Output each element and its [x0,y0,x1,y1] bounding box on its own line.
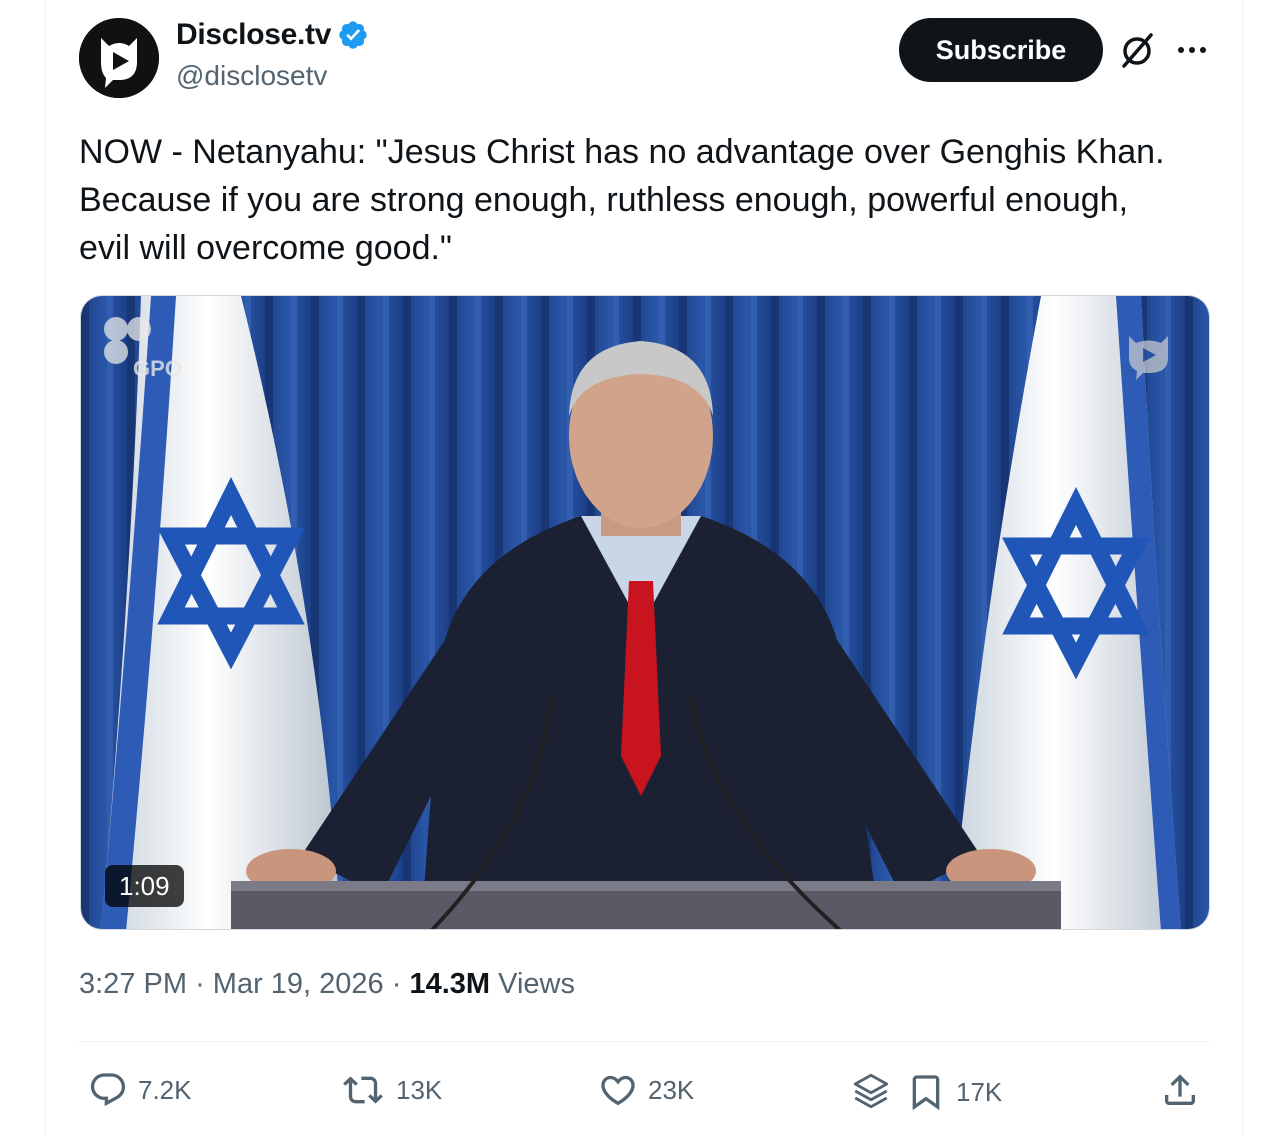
tweet-text: NOW - Netanyahu: "Jesus Christ has no ad… [79,133,1165,267]
like-button[interactable]: 23K [598,1070,694,1110]
gpo-watermark-text: GPO [133,356,182,381]
repost-icon [343,1076,383,1104]
verified-badge-icon [339,21,367,49]
grok-layers-button[interactable] [850,1070,892,1112]
divider [79,1041,1211,1042]
video-player[interactable]: GPO [80,295,1210,930]
author-handle[interactable]: @disclosetv [176,60,327,92]
reply-button[interactable]: 7.2K [88,1070,192,1110]
heart-icon [601,1075,635,1106]
bookmark-count: 17K [956,1076,1003,1107]
share-icon [1165,1074,1195,1105]
reply-icon [90,1073,126,1107]
bookmark-icon [912,1075,940,1111]
subscribe-button[interactable]: Subscribe [899,18,1103,82]
video-duration-badge: 1:09 [105,865,184,907]
grok-icon[interactable] [1118,30,1158,70]
like-count: 23K [648,1074,695,1105]
layers-icon [853,1073,889,1109]
share-button[interactable] [1160,1070,1200,1110]
repost-count: 13K [396,1074,443,1105]
bookmark-button[interactable]: 17K [906,1070,1002,1114]
meta-separator: · [391,968,402,1000]
author-name[interactable]: Disclose.tv [176,18,331,52]
video-frame: GPO [81,296,1209,929]
disclosetv-logo-icon [79,18,159,98]
meta-separator: · [195,968,205,1000]
author-avatar[interactable] [79,18,159,98]
tweet-meta: 3:27 PM · Mar 19, 2026 · 14.3M Views [79,968,575,1001]
reply-count: 7.2K [138,1074,192,1105]
repost-button[interactable]: 13K [340,1070,442,1110]
author-name-row[interactable]: Disclose.tv [176,18,369,52]
tweet-date[interactable]: Mar 19, 2026 [213,968,384,1000]
views-count: 14.3M [409,968,491,1000]
views-label: Views [498,968,575,1000]
tweet-time[interactable]: 3:27 PM [79,968,187,1000]
more-icon[interactable] [1172,30,1212,70]
